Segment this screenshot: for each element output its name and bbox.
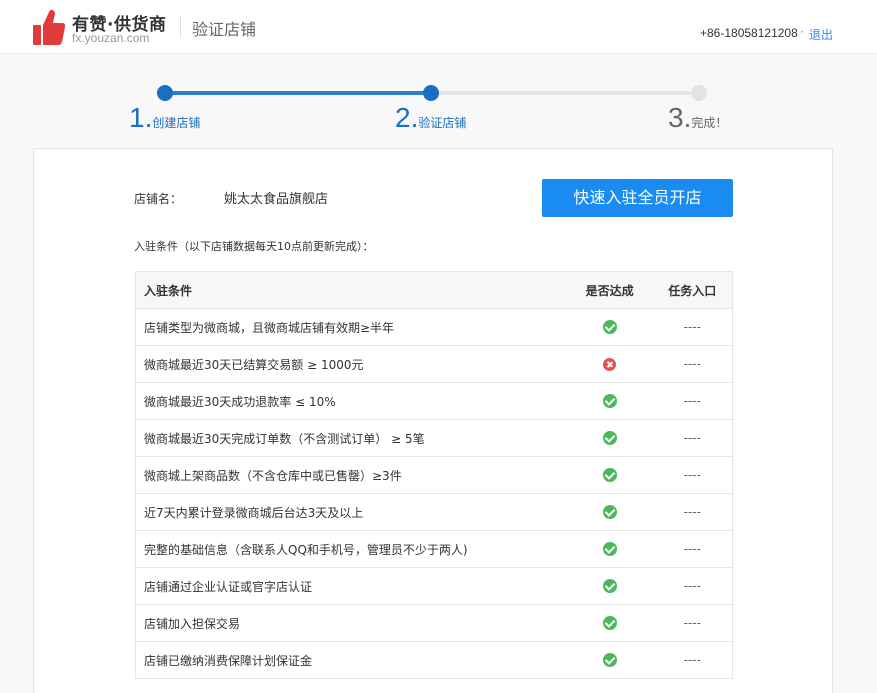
step-1-text: 创建店铺 xyxy=(152,116,201,130)
conditions-table-body: 店铺类型为微商城，且微商城店铺有效期≥半年 ---- 微商城最近30天已结算交易额 … xyxy=(134,308,733,679)
header-condition: 入驻条件 xyxy=(134,271,567,309)
task-entry: ---- xyxy=(652,456,733,494)
check-circle-icon xyxy=(602,616,617,631)
condition-text: 店铺类型为微商城，且微商城店铺有效期≥半年 xyxy=(134,308,567,346)
step-3-dot xyxy=(691,85,707,101)
condition-text: 店铺已缴纳消费保障计划保证金 xyxy=(134,641,567,679)
shop-name-value: 姚太太食品旗舰店 xyxy=(224,192,329,207)
header-divider xyxy=(180,17,181,37)
check-circle-icon xyxy=(602,579,617,594)
step-1-dot xyxy=(157,85,173,101)
table-row: 微商城上架商品数（不含仓库中或已售罄）≥3件 ---- xyxy=(134,456,733,494)
check-circle-icon xyxy=(602,542,617,557)
met-status-cell xyxy=(566,530,653,568)
step-1-number: 1. xyxy=(129,102,153,133)
met-status-cell xyxy=(566,456,653,494)
shop-name-label: 店铺名： xyxy=(134,192,183,206)
conditions-table: 入驻条件 是否达成 任务入口 店铺类型为微商城，且微商城店铺有效期≥半年 ----… xyxy=(134,271,733,679)
condition-text: 完整的基础信息（含联系人QQ和手机号，管理员不少于两人) xyxy=(134,530,567,568)
task-entry: ---- xyxy=(652,493,733,531)
condition-text: 近7天内累计登录微商城后台达3天及以上 xyxy=(134,493,567,531)
task-entry: ---- xyxy=(652,308,733,346)
step-3-text: 完成！ xyxy=(691,116,728,130)
task-entry: ---- xyxy=(652,604,733,642)
check-circle-icon xyxy=(602,653,617,668)
step-2-number: 2. xyxy=(395,102,419,133)
check-circle-icon xyxy=(602,394,617,409)
table-row: 店铺通过企业认证或官字店认证 ---- xyxy=(134,567,733,605)
condition-text: 微商城最近30天已结算交易额 ≥ 1000元 xyxy=(134,345,567,383)
check-circle-icon xyxy=(602,468,617,483)
met-status-cell xyxy=(566,567,653,605)
task-entry: ---- xyxy=(652,382,733,420)
step-2-label: 2.验证店铺 xyxy=(395,102,466,134)
check-circle-icon xyxy=(602,431,617,446)
check-circle-icon xyxy=(602,320,617,335)
met-status-cell xyxy=(566,382,653,420)
header-task: 任务入口 xyxy=(652,271,733,309)
check-circle-icon xyxy=(602,505,617,520)
table-row: 店铺类型为微商城，且微商城店铺有效期≥半年 ---- xyxy=(134,308,733,346)
met-status-cell xyxy=(566,604,653,642)
met-status-cell xyxy=(566,493,653,531)
table-row: 微商城最近30天完成订单数（不含测试订单） ≥ 5笔 ---- xyxy=(134,419,733,457)
progress-track-todo xyxy=(431,91,699,95)
table-row: 近7天内累计登录微商城后台达3天及以上 ---- xyxy=(134,493,733,531)
account-phone: +86-18058121208 xyxy=(700,26,798,40)
table-row: 完整的基础信息（含联系人QQ和手机号，管理员不少于两人) ---- xyxy=(134,530,733,568)
table-row: 店铺加入担保交易 ---- xyxy=(134,604,733,642)
condition-text: 微商城最近30天完成订单数（不含测试订单） ≥ 5笔 xyxy=(134,419,567,457)
met-status-cell xyxy=(566,345,653,383)
cross-circle-icon xyxy=(603,358,617,371)
task-entry: ---- xyxy=(652,567,733,605)
step-2-text: 验证店铺 xyxy=(418,116,467,130)
table-row: 微商城最近30天成功退款率 ≤ 10% ---- xyxy=(134,382,733,420)
verification-panel: 店铺名： 姚太太食品旗舰店 快速入驻全员开店 入驻条件（以下店铺数据每天10点前… xyxy=(33,148,833,693)
page-title: 验证店铺 xyxy=(192,20,257,39)
condition-text: 微商城最近30天成功退款率 ≤ 10% xyxy=(134,382,567,420)
task-entry: ---- xyxy=(652,345,733,383)
table-header-row: 入驻条件 是否达成 任务入口 xyxy=(134,271,733,309)
logout-link[interactable]: 退出 xyxy=(809,26,833,43)
step-3-number: 3. xyxy=(668,102,692,133)
met-status-cell xyxy=(566,308,653,346)
header-dot-separator: · xyxy=(800,25,804,39)
condition-text: 店铺通过企业认证或官字店认证 xyxy=(134,567,567,605)
task-entry: ---- xyxy=(652,419,733,457)
met-status-cell xyxy=(566,641,653,679)
top-header: 有赞·供货商 fx.youzan.com 验证店铺 +86-1805812120… xyxy=(0,0,877,54)
table-row: 微商城最近30天已结算交易额 ≥ 1000元 ---- xyxy=(134,345,733,383)
step-2-dot xyxy=(423,85,439,101)
progress-track-done xyxy=(165,91,431,95)
step-3-label: 3.完成！ xyxy=(668,102,727,134)
condition-text: 微商城上架商品数（不含仓库中或已售罄）≥3件 xyxy=(134,456,567,494)
header-met: 是否达成 xyxy=(566,271,653,309)
task-entry: ---- xyxy=(652,641,733,679)
brand-url: fx.youzan.com xyxy=(72,31,150,45)
conditions-note: 入驻条件（以下店铺数据每天10点前更新完成）： xyxy=(134,240,374,253)
task-entry: ---- xyxy=(652,530,733,568)
youzan-thumbs-up-logo-icon[interactable] xyxy=(32,8,66,46)
step-1-label: 1.创建店铺 xyxy=(129,102,200,134)
table-row: 店铺已缴纳消费保障计划保证金 ---- xyxy=(134,641,733,679)
quick-join-button[interactable]: 快速入驻全员开店 xyxy=(542,179,733,217)
met-status-cell xyxy=(566,419,653,457)
condition-text: 店铺加入担保交易 xyxy=(134,604,567,642)
